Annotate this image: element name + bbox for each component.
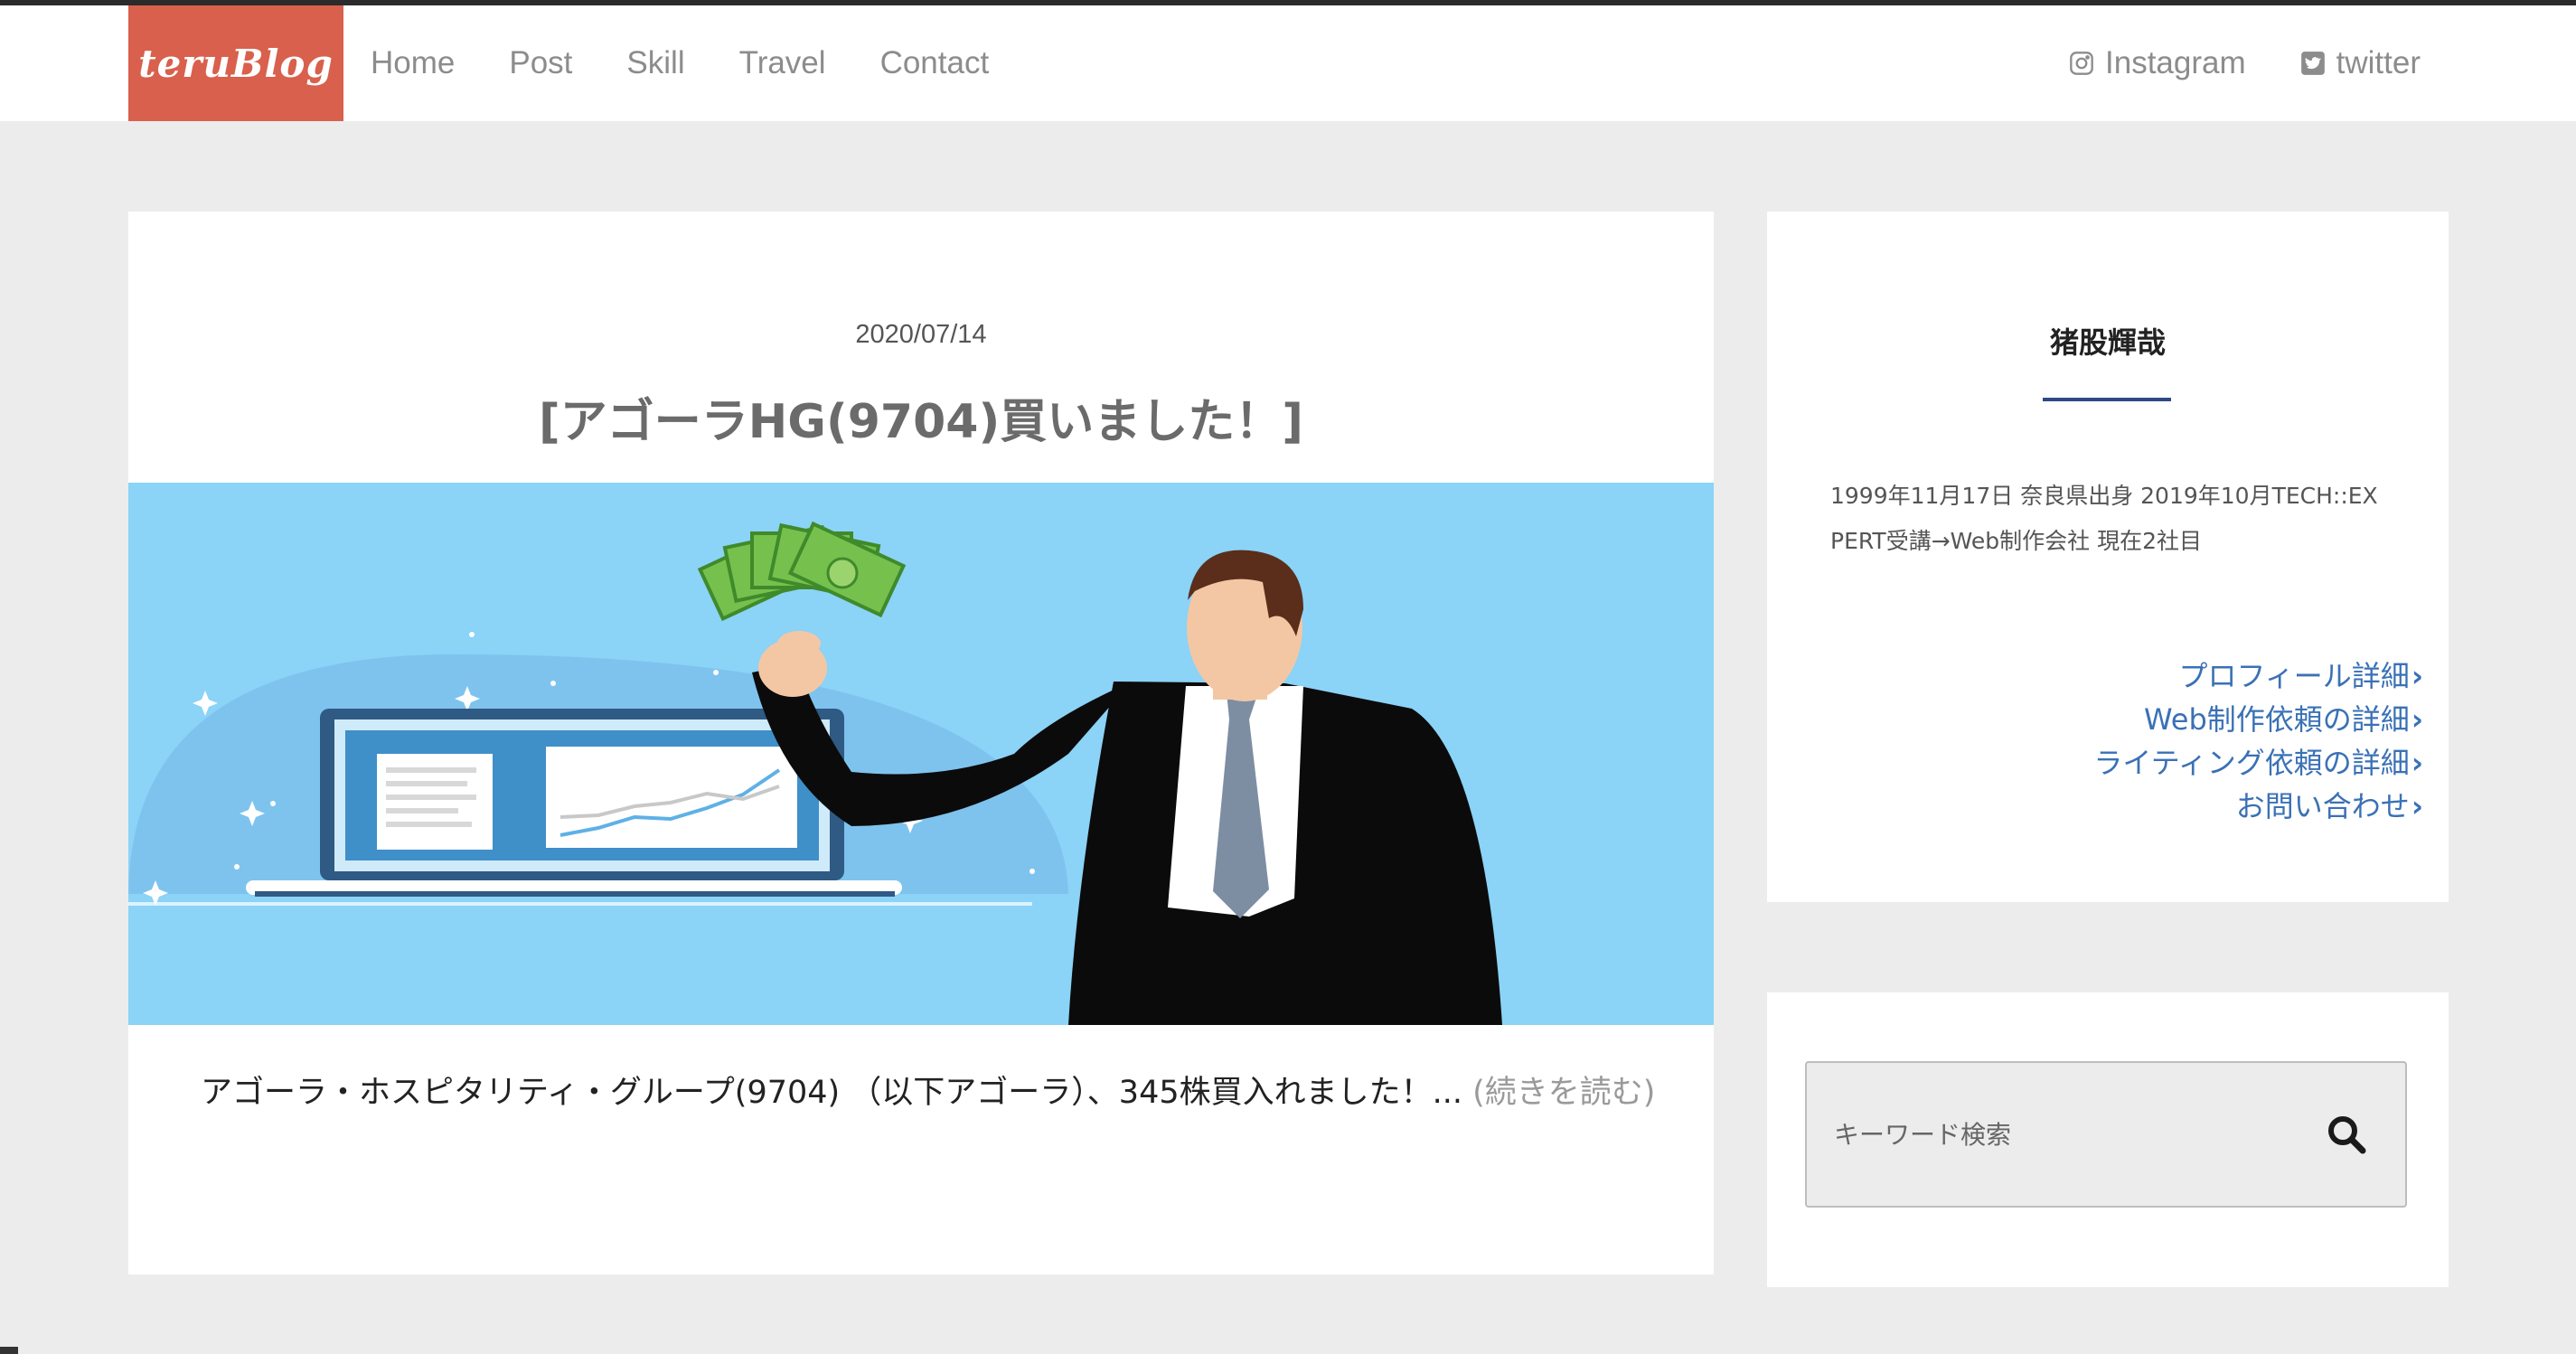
article-card: 2020/07/14 [アゴーラHG(9704)買いました！] アゴーラ・ホスピ…	[128, 212, 1714, 1274]
main-nav: Home Post Skill Travel Contact	[371, 5, 1043, 121]
twitter-label: twitter	[2336, 45, 2421, 80]
profile-description: 1999年11月17日 奈良県出身 2019年10月TECH::EX PERT受…	[1830, 474, 2400, 564]
twitter-icon	[2300, 52, 2325, 75]
profile-divider	[2043, 398, 2171, 401]
search-button[interactable]	[2318, 1106, 2374, 1162]
nav-skill[interactable]: Skill	[626, 45, 684, 81]
instagram-label: Instagram	[2105, 45, 2246, 80]
profile-links: プロフィール詳細› Web制作依頼の詳細› ライティング依頼の詳細› お問い合わ…	[2093, 654, 2423, 828]
instagram-link[interactable]: Instagram	[2069, 45, 2246, 81]
read-more-link[interactable]: (続きを読む)	[1472, 1075, 1655, 1111]
chevron-right-icon: ›	[2411, 659, 2423, 693]
instagram-icon	[2070, 52, 2093, 75]
profile-name: 猪股輝哉	[2049, 325, 2166, 360]
post-excerpt: アゴーラ・ホスピタリティ・グループ(9704) （以下アゴーラ）、345株買入れ…	[201, 1067, 1683, 1113]
profile-widget: 猪股輝哉 1999年11月17日 奈良県出身 2019年10月TECH::EX …	[1767, 212, 2449, 902]
search-widget	[1767, 992, 2449, 1287]
social-links: Instagram twitter	[2015, 5, 2421, 121]
nav-home[interactable]: Home	[371, 45, 455, 81]
search-box	[1805, 1061, 2407, 1208]
site-logo[interactable]: teruBlog	[128, 5, 343, 121]
search-input[interactable]	[1834, 1063, 2286, 1206]
post-date: 2020/07/14	[855, 320, 987, 349]
site-header: teruBlog Home Post Skill Travel Contact …	[0, 5, 2576, 121]
businessman-money-illustration	[128, 483, 1714, 1025]
profile-detail-link[interactable]: プロフィール詳細›	[2093, 654, 2423, 698]
window-corner	[0, 1347, 18, 1354]
chevron-right-icon: ›	[2411, 702, 2423, 737]
web-request-link[interactable]: Web制作依頼の詳細›	[2093, 698, 2423, 741]
chevron-right-icon: ›	[2411, 789, 2423, 823]
contact-link[interactable]: お問い合わせ›	[2093, 785, 2423, 828]
profile-desc-line-1: 1999年11月17日 奈良県出身 2019年10月TECH::EX	[1830, 483, 2378, 509]
post-title[interactable]: [アゴーラHG(9704)買いました！]	[128, 383, 1714, 451]
search-icon	[2328, 1116, 2366, 1154]
nav-travel[interactable]: Travel	[739, 45, 826, 81]
nav-contact[interactable]: Contact	[880, 45, 990, 81]
profile-desc-line-2: PERT受講→Web制作会社 現在2社目	[1830, 528, 2202, 554]
nav-post[interactable]: Post	[509, 45, 572, 81]
excerpt-text: アゴーラ・ホスピタリティ・グループ(9704) （以下アゴーラ）、345株買入れ…	[201, 1075, 1473, 1111]
twitter-link[interactable]: twitter	[2300, 45, 2421, 81]
writing-request-link[interactable]: ライティング依頼の詳細›	[2093, 741, 2423, 785]
chevron-right-icon: ›	[2411, 746, 2423, 780]
post-thumbnail[interactable]	[128, 483, 1714, 1025]
